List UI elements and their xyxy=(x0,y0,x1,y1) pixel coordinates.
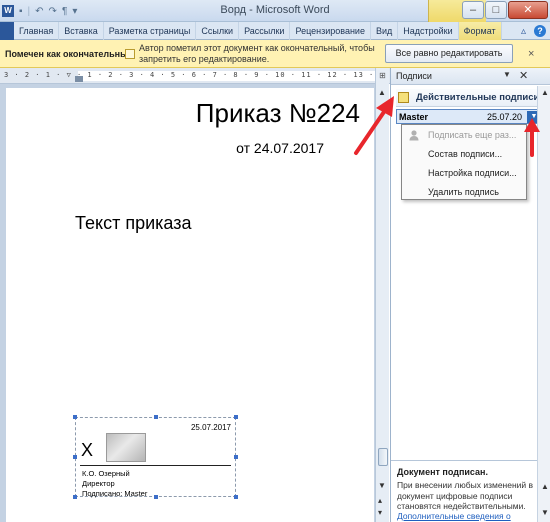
pane-scroll-down-icon[interactable]: ▼ xyxy=(541,508,549,517)
signature-image xyxy=(106,433,146,462)
marked-final-icon xyxy=(125,49,135,59)
signature-x-mark: X xyxy=(81,440,94,460)
person-icon xyxy=(409,130,419,141)
signature-underline xyxy=(80,465,231,466)
pane-scroll-up-icon[interactable]: ▲ xyxy=(541,88,549,97)
title-bar: W ▪ | ↶ ↷ ¶ ▾ Ворд - Microsoft Word – □ … xyxy=(0,0,550,22)
edit-anyway-button[interactable]: Все равно редактировать xyxy=(385,44,513,63)
signature-line[interactable]: 25.07.2017 X К.О. Озерный Директор Подпи… xyxy=(73,415,238,499)
document-area: Приказ №224 от 24.07.2017 Текст приказа … xyxy=(0,84,375,522)
scroll-thumb[interactable] xyxy=(378,448,388,466)
menu-remove-signature[interactable]: Удалить подпись xyxy=(428,187,499,197)
pane-title: Подписи xyxy=(396,71,432,81)
tab-view[interactable]: Вид xyxy=(371,21,399,40)
close-message-bar-icon[interactable]: × xyxy=(528,48,534,60)
valid-signatures-header: Действительные подписи xyxy=(396,89,544,107)
resize-handle[interactable] xyxy=(234,415,238,419)
signature-entry[interactable]: Master 25.07.20 ▼ xyxy=(396,109,544,124)
collapse-ribbon-icon[interactable]: ▵ xyxy=(521,26,526,37)
scroll-down-icon[interactable]: ▼ xyxy=(378,481,386,490)
signature-entry-name: Master xyxy=(399,112,429,122)
scroll-up-icon[interactable]: ▲ xyxy=(378,88,386,97)
signer-position: Директор xyxy=(82,479,115,488)
tab-format[interactable]: Формат xyxy=(458,21,502,40)
horizontal-ruler[interactable]: 3 · 2 · 1 · ▽ · 1 · 2 · 3 · 4 · 5 · 6 · … xyxy=(0,68,390,84)
signer-name: К.О. Озерный xyxy=(82,469,130,478)
previous-page-icon[interactable]: ▴ xyxy=(378,496,382,505)
signature-context-menu: Подписать еще раз... Состав подписи... Н… xyxy=(401,124,527,200)
resize-handle[interactable] xyxy=(234,455,238,459)
order-body-text: Текст приказа xyxy=(75,213,192,233)
tab-mailings[interactable]: Рассылки xyxy=(239,21,291,40)
help-icon[interactable]: ? xyxy=(534,25,546,37)
close-window-button[interactable]: ✕ xyxy=(508,1,548,19)
more-info-link[interactable]: Дополнительные сведения о xyxy=(397,511,511,521)
signature-date: 25.07.2017 xyxy=(190,423,231,432)
file-tab[interactable] xyxy=(0,21,14,40)
document-signed-title: Документ подписан. xyxy=(397,467,488,477)
indent-marker[interactable] xyxy=(75,76,83,82)
pane-header: Подписи ▼ ✕ xyxy=(391,68,550,85)
resize-handle[interactable] xyxy=(154,495,158,499)
order-title: Приказ №224 xyxy=(195,98,360,128)
pane-footer: Документ подписан. При внесении любых из… xyxy=(391,460,550,522)
ribbon-tabs: Главная Вставка Разметка страницы Ссылки… xyxy=(0,21,550,40)
resize-handle[interactable] xyxy=(73,455,77,459)
document-signed-text: При внесении любых изменений в документ … xyxy=(397,480,534,511)
menu-signature-details[interactable]: Состав подписи... xyxy=(428,149,502,159)
view-ruler-icon[interactable]: ⊞ xyxy=(375,68,389,84)
resize-handle[interactable] xyxy=(73,415,77,419)
order-date: от 24.07.2017 xyxy=(236,140,324,156)
minimize-button[interactable]: – xyxy=(462,1,484,19)
signatures-pane: Подписи ▼ ✕ Действительные подписи Maste… xyxy=(390,68,550,522)
tab-references[interactable]: Ссылки xyxy=(196,21,240,40)
pane-scrollbar[interactable]: ▲ ▲ ▼ xyxy=(537,86,550,522)
tab-page-layout[interactable]: Разметка страницы xyxy=(104,21,197,40)
valid-signatures-label: Действительные подписи xyxy=(416,92,540,103)
resize-handle[interactable] xyxy=(154,415,158,419)
tab-add-ins[interactable]: Надстройки xyxy=(398,21,459,40)
maximize-button[interactable]: □ xyxy=(485,1,507,19)
resize-handle[interactable] xyxy=(234,495,238,499)
next-page-icon[interactable]: ▾ xyxy=(378,508,382,517)
signature-entry-date: 25.07.20 xyxy=(487,112,523,122)
close-pane-icon[interactable]: ✕ xyxy=(519,69,528,82)
tab-review[interactable]: Рецензирование xyxy=(290,21,371,40)
message-bar-title: Помечен как окончательный xyxy=(5,49,134,59)
message-bar: Помечен как окончательный Автор пометил … xyxy=(0,40,550,68)
signed-by: Подписано: Master xyxy=(82,489,148,498)
pane-options-icon[interactable]: ▼ xyxy=(503,70,511,79)
tab-home[interactable]: Главная xyxy=(14,21,60,40)
ribbon-right-icons: ▵ ? xyxy=(521,22,546,40)
menu-signature-setup[interactable]: Настройка подписи... xyxy=(428,168,517,178)
menu-sign-again: Подписать еще раз... xyxy=(428,130,517,140)
document-scrollbar[interactable]: ▲ ▼ ▴ ▾ xyxy=(375,84,389,522)
ruler-ticks: 3 · 2 · 1 · ▽ · 1 · 2 · 3 · 4 · 5 · 6 · … xyxy=(4,71,390,79)
resize-handle[interactable] xyxy=(73,495,77,499)
message-bar-text: Автор пометил этот документ как окончате… xyxy=(139,43,375,64)
document-page[interactable]: Приказ №224 от 24.07.2017 Текст приказа … xyxy=(6,88,374,522)
signature-icon xyxy=(398,92,409,103)
pane-scroll-mid-up-icon[interactable]: ▲ xyxy=(541,482,549,491)
tab-insert[interactable]: Вставка xyxy=(59,21,104,40)
